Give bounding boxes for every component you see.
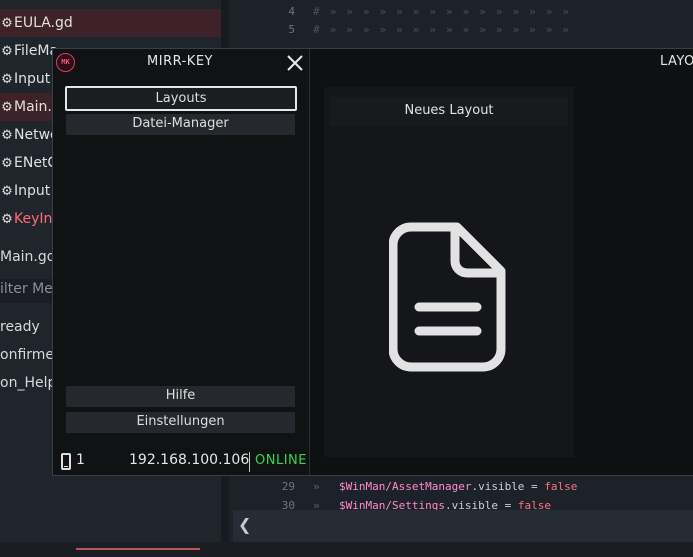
code-line: 29 » $WinMan/AssetManager.visible = fals… bbox=[229, 480, 693, 498]
device-count: 1 bbox=[76, 452, 85, 468]
file-name: ENetC bbox=[14, 155, 58, 171]
file-manager-button[interactable]: Datei-Manager bbox=[66, 114, 295, 135]
mirrkey-window: MK MIRR-KEY Layouts Datei-Manager Hilfe … bbox=[52, 48, 693, 476]
code-text: $WinMan/AssetManager.visible = false bbox=[339, 480, 578, 493]
mirrkey-titlebar[interactable]: MK MIRR-KEY bbox=[53, 49, 309, 76]
close-icon[interactable] bbox=[285, 53, 305, 73]
editor-bottom-panel bbox=[233, 510, 693, 542]
status-badge: ONLINE bbox=[255, 453, 307, 468]
window-title: MIRR-KEY bbox=[147, 54, 213, 69]
code-line: 5 #»»»»»»»»»»»»»»» bbox=[229, 23, 693, 41]
gear-icon: ⚙ bbox=[1, 15, 13, 31]
settings-button[interactable]: Einstellungen bbox=[66, 412, 295, 433]
line-number: 5 bbox=[288, 23, 295, 36]
method-item[interactable]: onfirme bbox=[0, 347, 54, 363]
gear-icon: ⚙ bbox=[1, 127, 13, 143]
line-number: 29 bbox=[281, 480, 295, 493]
gear-icon: ⚙ bbox=[1, 183, 13, 199]
file-name: Main. bbox=[14, 99, 52, 115]
help-button[interactable]: Hilfe bbox=[66, 386, 295, 407]
file-name: EULA.gd bbox=[14, 15, 73, 31]
new-layout-card[interactable]: Neues Layout bbox=[324, 87, 574, 457]
line-number: 4 bbox=[288, 5, 295, 18]
method-item[interactable]: ready bbox=[0, 319, 40, 335]
ip-address: 192.168.100.106 bbox=[129, 452, 250, 468]
tab-markers: #»»»»»»»»»»»»»»» bbox=[313, 23, 579, 36]
file-name: Input bbox=[14, 71, 51, 87]
mirrkey-sidebar: MK MIRR-KEY Layouts Datei-Manager Hilfe … bbox=[53, 49, 309, 475]
layouts-button[interactable]: Layouts bbox=[65, 86, 297, 111]
method-item[interactable]: on_Help bbox=[0, 375, 56, 391]
connection-status-bar: 1 192.168.100.106 ONLINE bbox=[53, 448, 309, 475]
panel-title: LAYO bbox=[660, 54, 693, 69]
gear-icon: ⚙ bbox=[1, 43, 13, 59]
active-tab-indicator bbox=[76, 548, 200, 550]
file-name: Input bbox=[14, 183, 51, 199]
chevron-left-icon[interactable]: ❮ bbox=[238, 515, 251, 534]
layouts-panel: LAYO Neues Layout bbox=[310, 49, 693, 475]
file-name: KeyIn bbox=[14, 211, 53, 227]
tab-markers: #»»»»»»»»»»»»»»» bbox=[313, 5, 579, 18]
file-item[interactable]: ⚙ EULA.gd bbox=[0, 9, 221, 37]
status-divider bbox=[249, 452, 250, 472]
phone-icon bbox=[61, 453, 71, 470]
gear-icon: ⚙ bbox=[1, 71, 13, 87]
gear-icon: ⚙ bbox=[1, 99, 13, 115]
code-line: 4 #»»»»»»»»»»»»»»» bbox=[229, 5, 693, 23]
current-script-label[interactable]: Main.gd bbox=[0, 249, 56, 265]
tab-marker: » bbox=[313, 480, 320, 493]
document-icon bbox=[389, 222, 506, 372]
gear-icon: ⚙ bbox=[1, 211, 13, 227]
gear-icon: ⚙ bbox=[1, 155, 13, 171]
new-layout-label[interactable]: Neues Layout bbox=[330, 97, 568, 126]
